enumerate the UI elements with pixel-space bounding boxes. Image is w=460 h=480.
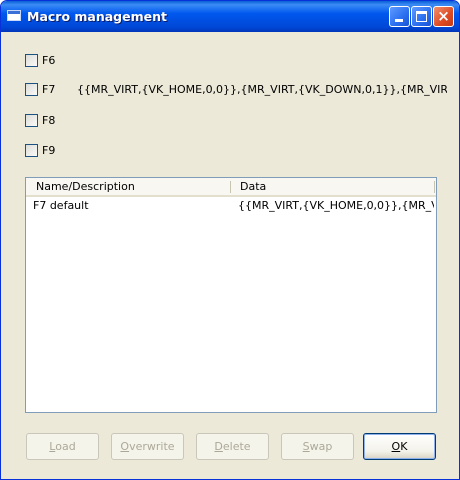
ok-label-rest: K bbox=[400, 440, 408, 453]
overwrite-button[interactable]: Overwrite bbox=[111, 433, 184, 460]
delete-mnemonic: D bbox=[214, 440, 223, 453]
f8-checkbox[interactable] bbox=[25, 114, 38, 127]
column-header-name[interactable]: Name/Description bbox=[26, 178, 230, 195]
delete-button[interactable]: Delete bbox=[196, 433, 269, 460]
f6-checkbox[interactable] bbox=[25, 54, 38, 67]
minimize-icon bbox=[395, 19, 403, 22]
list-header: Name/Description Data bbox=[26, 178, 436, 197]
swap-label-rest: wap bbox=[309, 440, 333, 453]
list-item-name: F7 default bbox=[33, 199, 89, 212]
f9-checkbox[interactable] bbox=[25, 144, 38, 157]
list-item[interactable]: F7 default {{MR_VIRT,{VK_HOME,0,0}},{MR_… bbox=[26, 198, 436, 214]
maximize-button[interactable] bbox=[411, 6, 432, 27]
close-button[interactable]: × bbox=[433, 6, 454, 27]
ok-button[interactable]: OK bbox=[363, 433, 436, 460]
column-header-data[interactable]: Data bbox=[230, 178, 434, 195]
load-button[interactable]: Load bbox=[26, 433, 99, 460]
title-bar[interactable]: Macro management × bbox=[1, 1, 459, 32]
minimize-button[interactable] bbox=[389, 6, 410, 27]
swap-button[interactable]: Swap bbox=[281, 433, 354, 460]
list-item-data: {{MR_VIRT,{VK_HOME,0,0}},{MR_VI... bbox=[238, 199, 434, 212]
column-divider[interactable] bbox=[434, 181, 435, 193]
load-label-rest: oad bbox=[55, 440, 76, 453]
window-icon bbox=[7, 10, 21, 21]
f8-label: F8 bbox=[42, 114, 56, 127]
macro-list[interactable]: Name/Description Data F7 default {{MR_VI… bbox=[25, 177, 437, 413]
f9-label: F9 bbox=[42, 144, 56, 157]
ok-mnemonic: O bbox=[391, 440, 401, 453]
macro-management-dialog: Macro management × F6 F7 {{MR_VIRT,{VK_H… bbox=[0, 0, 460, 480]
f7-macro-value: {{MR_VIRT,{VK_HOME,0,0}},{MR_VIRT,{VK_DO… bbox=[77, 83, 447, 96]
f7-checkbox[interactable] bbox=[25, 83, 38, 96]
f7-label: F7 bbox=[42, 83, 56, 96]
overwrite-label-rest: verwrite bbox=[129, 440, 175, 453]
close-icon: × bbox=[437, 7, 450, 25]
window-title: Macro management bbox=[27, 9, 167, 24]
f6-label: F6 bbox=[42, 54, 56, 67]
delete-label-rest: elete bbox=[222, 440, 251, 453]
overwrite-mnemonic: O bbox=[120, 440, 130, 453]
maximize-icon bbox=[416, 11, 427, 22]
swap-mnemonic: S bbox=[302, 440, 310, 453]
